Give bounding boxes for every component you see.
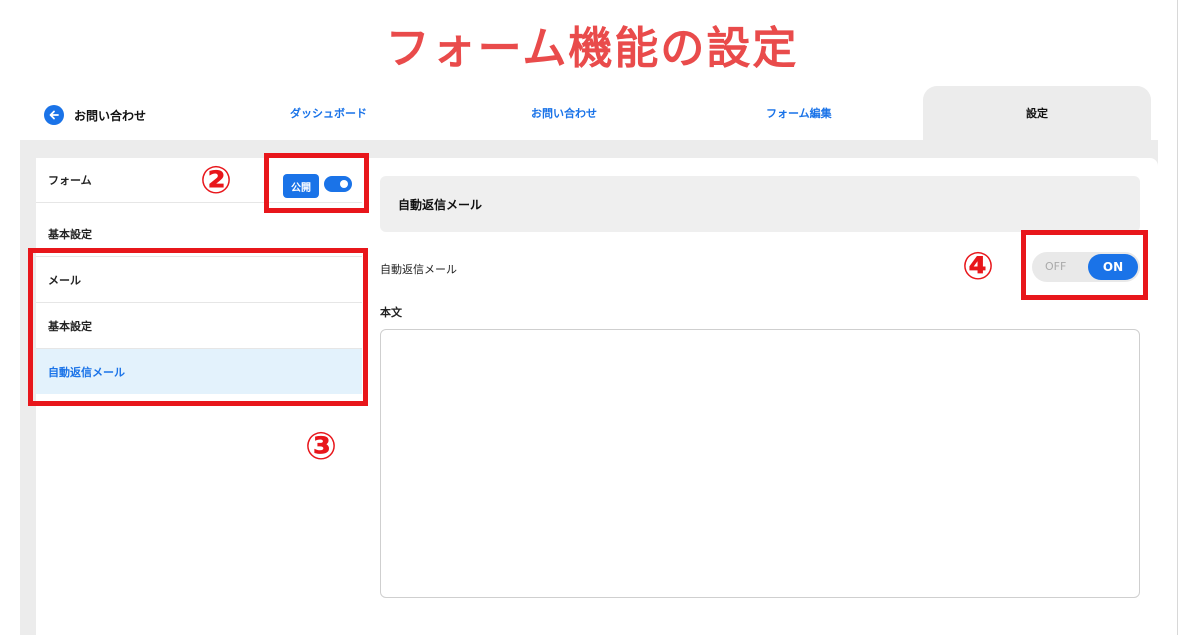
back-arrow-icon <box>44 105 64 125</box>
top-nav: お問い合わせ ダッシュボード お問い合わせ フォーム編集 設定 <box>0 86 1184 140</box>
back-button[interactable]: お問い合わせ <box>44 105 146 125</box>
highlight-box-mail-menu <box>28 248 368 406</box>
annotation-number-2: ② <box>200 158 233 202</box>
section-title: 自動返信メール <box>380 176 1140 232</box>
body-textarea[interactable] <box>380 329 1140 598</box>
annotation-number-3: ③ <box>305 424 338 468</box>
tab-settings[interactable]: 設定 <box>923 86 1151 140</box>
tab-inquiries[interactable]: お問い合わせ <box>531 105 597 121</box>
back-label: お問い合わせ <box>74 108 147 123</box>
body-field-label: 本文 <box>380 306 402 319</box>
auto-reply-field-label: 自動返信メール <box>380 263 457 276</box>
annotation-number-4: ④ <box>962 244 995 288</box>
tab-dashboard[interactable]: ダッシュボード <box>290 105 367 121</box>
tab-form-edit[interactable]: フォーム編集 <box>766 105 832 121</box>
highlight-box-publish <box>264 153 369 213</box>
highlight-box-toggle <box>1021 230 1148 300</box>
sidebar-item-label: 基本設定 <box>48 228 92 241</box>
sidebar-item-label: フォーム <box>48 174 92 187</box>
page-headline: フォーム機能の設定 <box>385 23 799 74</box>
